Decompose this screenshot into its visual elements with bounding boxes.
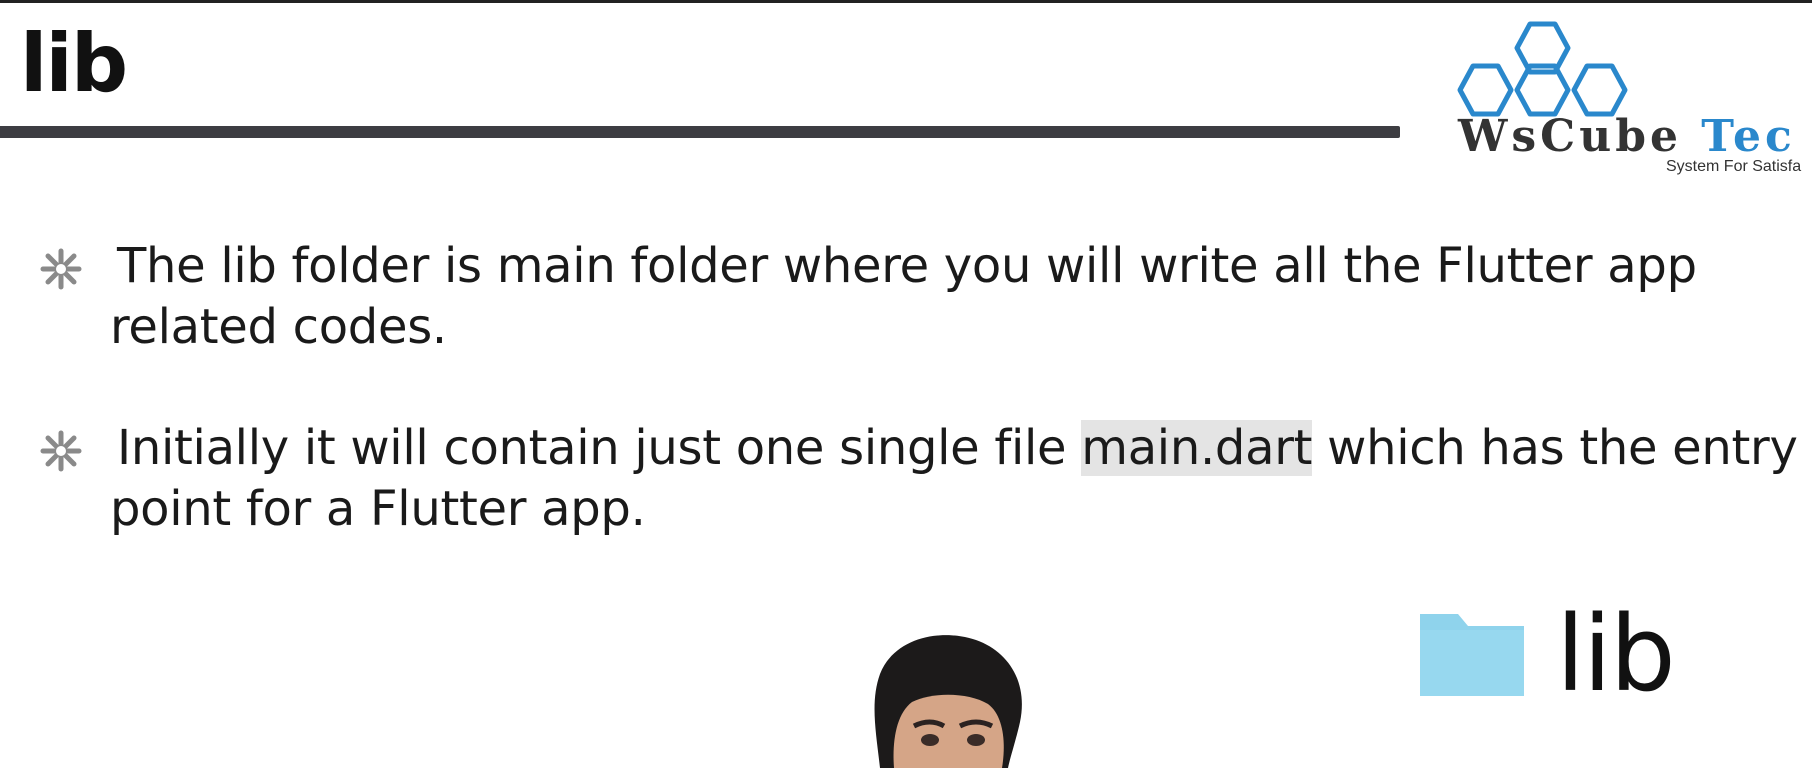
logo-wordmark-part2: Tec <box>1701 111 1796 162</box>
logo-wordmark: WsCube Tec <box>1458 112 1796 162</box>
bullet-text: The lib folder is main folder where you … <box>110 238 1697 355</box>
highlighted-filename: main.dart <box>1081 420 1313 476</box>
wscube-logo: WsCube Tec System For Satisfa <box>1440 20 1812 180</box>
logo-tagline: System For Satisfa <box>1666 158 1802 175</box>
presenter-photo <box>874 635 1022 768</box>
title-underline <box>0 126 1400 138</box>
slide-title: lib <box>20 17 128 110</box>
folder-icon <box>1420 614 1524 696</box>
hexagon-logo-icon <box>1457 21 1628 117</box>
top-border <box>0 0 1812 3</box>
bullet-text: Initially it will contain just one singl… <box>110 418 1800 540</box>
asterisk-bullet-icon <box>40 430 82 472</box>
asterisk-bullet-icon <box>40 248 82 290</box>
bullet-text-before: Initially it will contain just one singl… <box>117 420 1082 476</box>
folder-label: lib <box>1556 593 1676 715</box>
logo-wordmark-part1: WsCube <box>1458 111 1702 162</box>
